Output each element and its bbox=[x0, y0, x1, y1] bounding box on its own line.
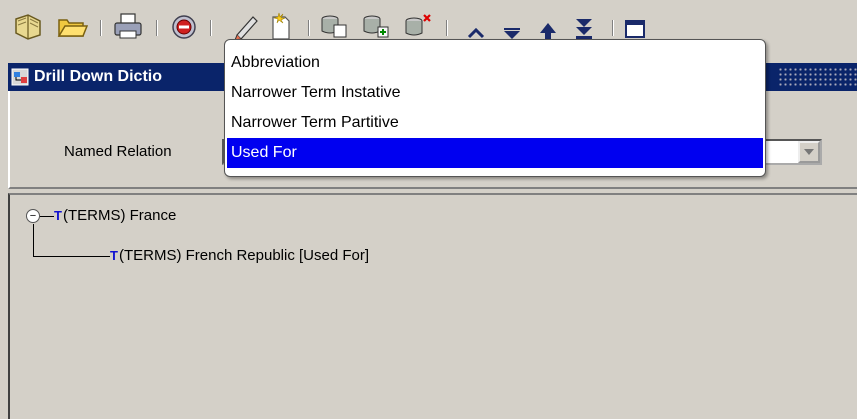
tree-node-root[interactable]: T (TERMS) France bbox=[54, 207, 176, 224]
tree-panel: − T (TERMS) France T (TERMS) French Repu… bbox=[8, 193, 857, 419]
stop-icon[interactable] bbox=[166, 8, 202, 44]
toolbar-separator bbox=[612, 20, 614, 36]
tree-connector bbox=[33, 224, 34, 256]
toolbar-separator bbox=[210, 20, 212, 36]
tree-node-child[interactable]: T (TERMS) French Republic [Used For] bbox=[110, 247, 369, 264]
toolbar-separator bbox=[446, 20, 448, 36]
tree-connector bbox=[33, 256, 57, 257]
window-title: Drill Down Dictio bbox=[34, 68, 162, 85]
term-marker-icon: T bbox=[54, 208, 62, 223]
named-relation-dropdown[interactable]: Abbreviation Narrower Term Instative Nar… bbox=[224, 39, 766, 177]
toolbar-separator bbox=[308, 20, 310, 36]
dropdown-option[interactable]: Abbreviation bbox=[225, 48, 765, 78]
title-bar-grip bbox=[778, 67, 857, 87]
dropdown-option[interactable]: Narrower Term Partitive bbox=[225, 108, 765, 138]
toolbar-separator bbox=[156, 20, 158, 36]
dropdown-option[interactable]: Narrower Term Instative bbox=[225, 78, 765, 108]
tree-node-label: (TERMS) France bbox=[62, 207, 177, 224]
chevron-down-icon[interactable] bbox=[798, 141, 820, 163]
tree-connector bbox=[40, 216, 54, 217]
toolbar-separator bbox=[100, 20, 102, 36]
tree-connector bbox=[57, 256, 110, 257]
named-relation-label: Named Relation bbox=[64, 143, 172, 160]
open-book-icon[interactable] bbox=[10, 8, 46, 44]
term-marker-icon: T bbox=[110, 248, 118, 263]
dropdown-option-selected[interactable]: Used For bbox=[227, 138, 763, 168]
open-folder-icon[interactable] bbox=[54, 8, 90, 44]
dictionary-window-icon bbox=[10, 66, 32, 88]
tree-node-label: (TERMS) French Republic [Used For] bbox=[118, 247, 370, 264]
print-icon[interactable] bbox=[110, 8, 146, 44]
collapse-icon[interactable]: − bbox=[26, 209, 40, 223]
